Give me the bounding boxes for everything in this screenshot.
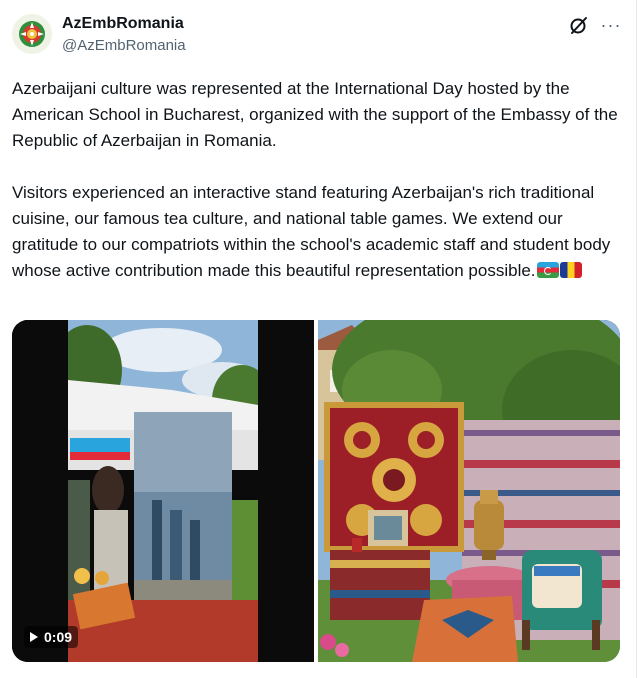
more-options-icon[interactable]: ··· [598,14,624,36]
flag-romania-icon [559,262,582,278]
display-name[interactable]: AzEmbRomania [62,14,184,34]
play-icon [30,632,38,642]
tweet-text: Azerbaijani culture was represented at t… [12,76,624,284]
video-thumbnail[interactable] [12,320,314,662]
video-duration-badge[interactable]: 0:09 [24,626,79,648]
photo-stand[interactable] [318,320,620,662]
avatar[interactable] [12,14,52,54]
video-duration: 0:09 [44,629,73,645]
media-images [12,320,620,662]
embassy-emblem-icon [12,14,52,54]
timeline-border [636,0,637,678]
grok-icon[interactable] [568,14,590,36]
tweet-body: Azerbaijani culture was represented at t… [12,79,618,280]
media-grid[interactable] [12,320,620,662]
flag-azerbaijan-icon [536,262,559,278]
user-handle[interactable]: @AzEmbRomania [62,36,186,56]
tweet[interactable]: AzEmbRomania @AzEmbRomania ··· Azerbaija… [0,0,640,678]
